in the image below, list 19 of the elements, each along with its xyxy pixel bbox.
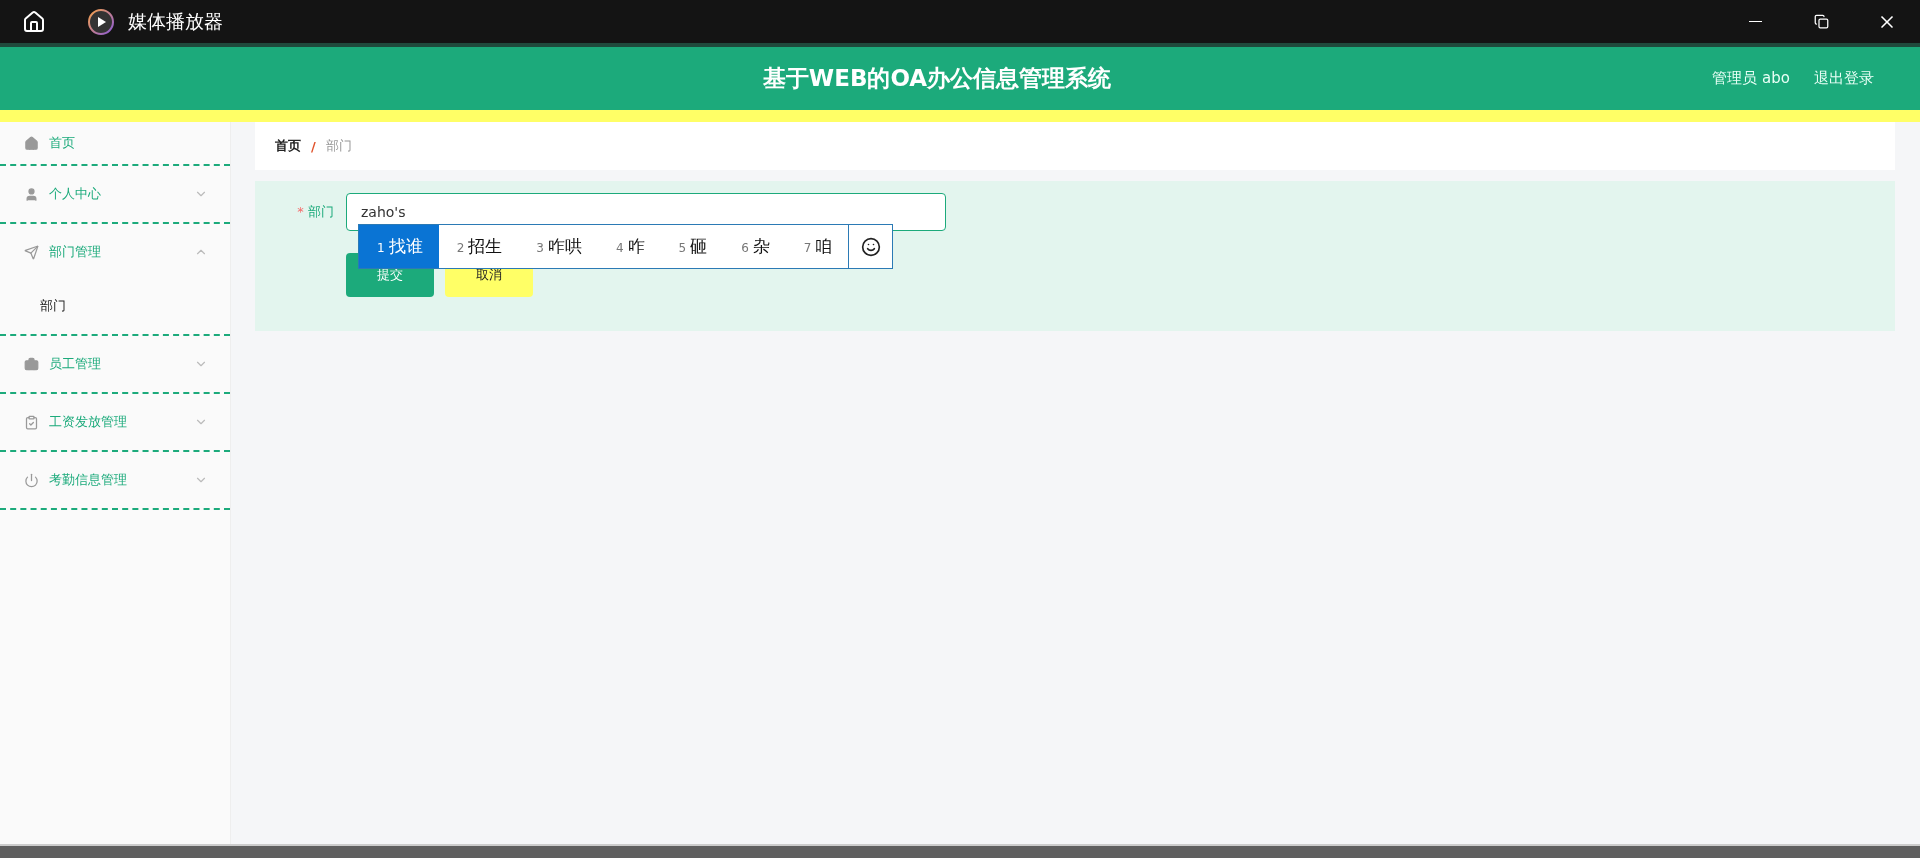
field-label: * 部门: [296, 203, 334, 221]
user-icon: [24, 186, 39, 202]
power-icon: [24, 472, 39, 488]
window-title: 媒体播放器: [128, 8, 223, 34]
sidebar-subitem[interactable]: 部门: [0, 278, 230, 334]
briefcase-icon: [24, 356, 39, 372]
paper-plane-icon: [24, 244, 39, 260]
play-logo-icon: [88, 8, 114, 35]
minimize-icon: [1748, 20, 1762, 23]
smiley-icon: [861, 236, 881, 257]
restore-icon: [1813, 14, 1829, 29]
home-icon[interactable]: [22, 9, 46, 34]
user-name: 管理员 abo: [1712, 69, 1790, 88]
clipboard-icon: [24, 414, 39, 430]
breadcrumb-separator: /: [311, 138, 316, 154]
ime-candidate[interactable]: 1 找谁: [359, 225, 439, 268]
home-icon: [24, 135, 39, 151]
app-title: 基于WEB的OA办公信息管理系统: [762, 64, 1112, 93]
breadcrumb-link[interactable]: 首页: [275, 137, 301, 155]
